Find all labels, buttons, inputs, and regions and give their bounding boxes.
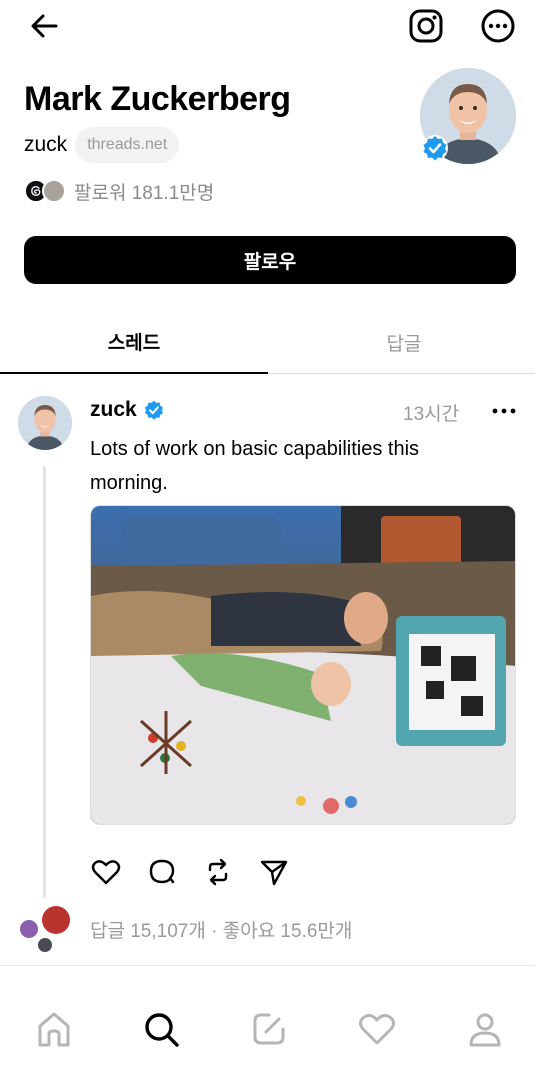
bottom-nav bbox=[0, 985, 535, 1075]
followers-row[interactable]: 팔로워 181.1만명 bbox=[24, 176, 214, 206]
replier-avatar bbox=[20, 920, 38, 938]
post-photo[interactable] bbox=[90, 505, 516, 825]
post-more-icon[interactable] bbox=[490, 400, 518, 422]
replier-avatar bbox=[38, 938, 52, 952]
heart-icon[interactable] bbox=[357, 1009, 397, 1049]
share-icon[interactable] bbox=[258, 856, 290, 888]
post-author-name[interactable]: zuck bbox=[90, 398, 137, 422]
post-stats[interactable]: 답글 15,107개 · 좋아요 15.6만개 bbox=[90, 916, 352, 943]
post-actions bbox=[90, 856, 290, 892]
followers-count: 팔로워 181.1만명 bbox=[74, 182, 215, 204]
compose-icon[interactable] bbox=[249, 1009, 289, 1049]
more-options-icon[interactable] bbox=[479, 7, 517, 45]
tab-threads[interactable]: 스레드 bbox=[0, 310, 268, 374]
instagram-icon[interactable] bbox=[407, 7, 445, 45]
domain-badge[interactable]: threads.net bbox=[75, 127, 180, 163]
repost-icon[interactable] bbox=[202, 856, 234, 888]
thread-post: zuck 13시간 Lots of work on basic capabili… bbox=[0, 374, 535, 966]
tab-replies[interactable]: 답글 bbox=[270, 310, 535, 374]
like-icon[interactable] bbox=[90, 856, 122, 888]
comment-icon[interactable] bbox=[146, 856, 178, 888]
profile-handle: zuck bbox=[24, 133, 68, 156]
follow-button[interactable]: 팔로우 bbox=[24, 236, 516, 284]
replier-avatar bbox=[42, 906, 70, 934]
follower-avatar bbox=[42, 179, 66, 203]
handle-row: zuck threads.net bbox=[24, 126, 180, 164]
post-text: Lots of work on basic capabilities this … bbox=[90, 438, 420, 494]
search-icon[interactable] bbox=[141, 1009, 181, 1049]
back-arrow-icon[interactable] bbox=[26, 8, 62, 44]
profile-icon[interactable] bbox=[465, 1009, 505, 1049]
thread-line bbox=[43, 466, 46, 898]
replier-avatars bbox=[16, 906, 76, 954]
verified-badge-icon bbox=[422, 135, 448, 161]
post-author-avatar[interactable] bbox=[18, 396, 72, 450]
top-bar bbox=[0, 0, 535, 56]
follower-avatars bbox=[24, 178, 70, 204]
profile-name: Mark Zuckerberg bbox=[24, 80, 291, 118]
verified-badge-icon bbox=[144, 400, 164, 420]
post-timestamp: 13시간 bbox=[403, 404, 460, 425]
home-icon[interactable] bbox=[34, 1009, 74, 1049]
profile-tabs: 스레드 답글 bbox=[0, 310, 535, 374]
